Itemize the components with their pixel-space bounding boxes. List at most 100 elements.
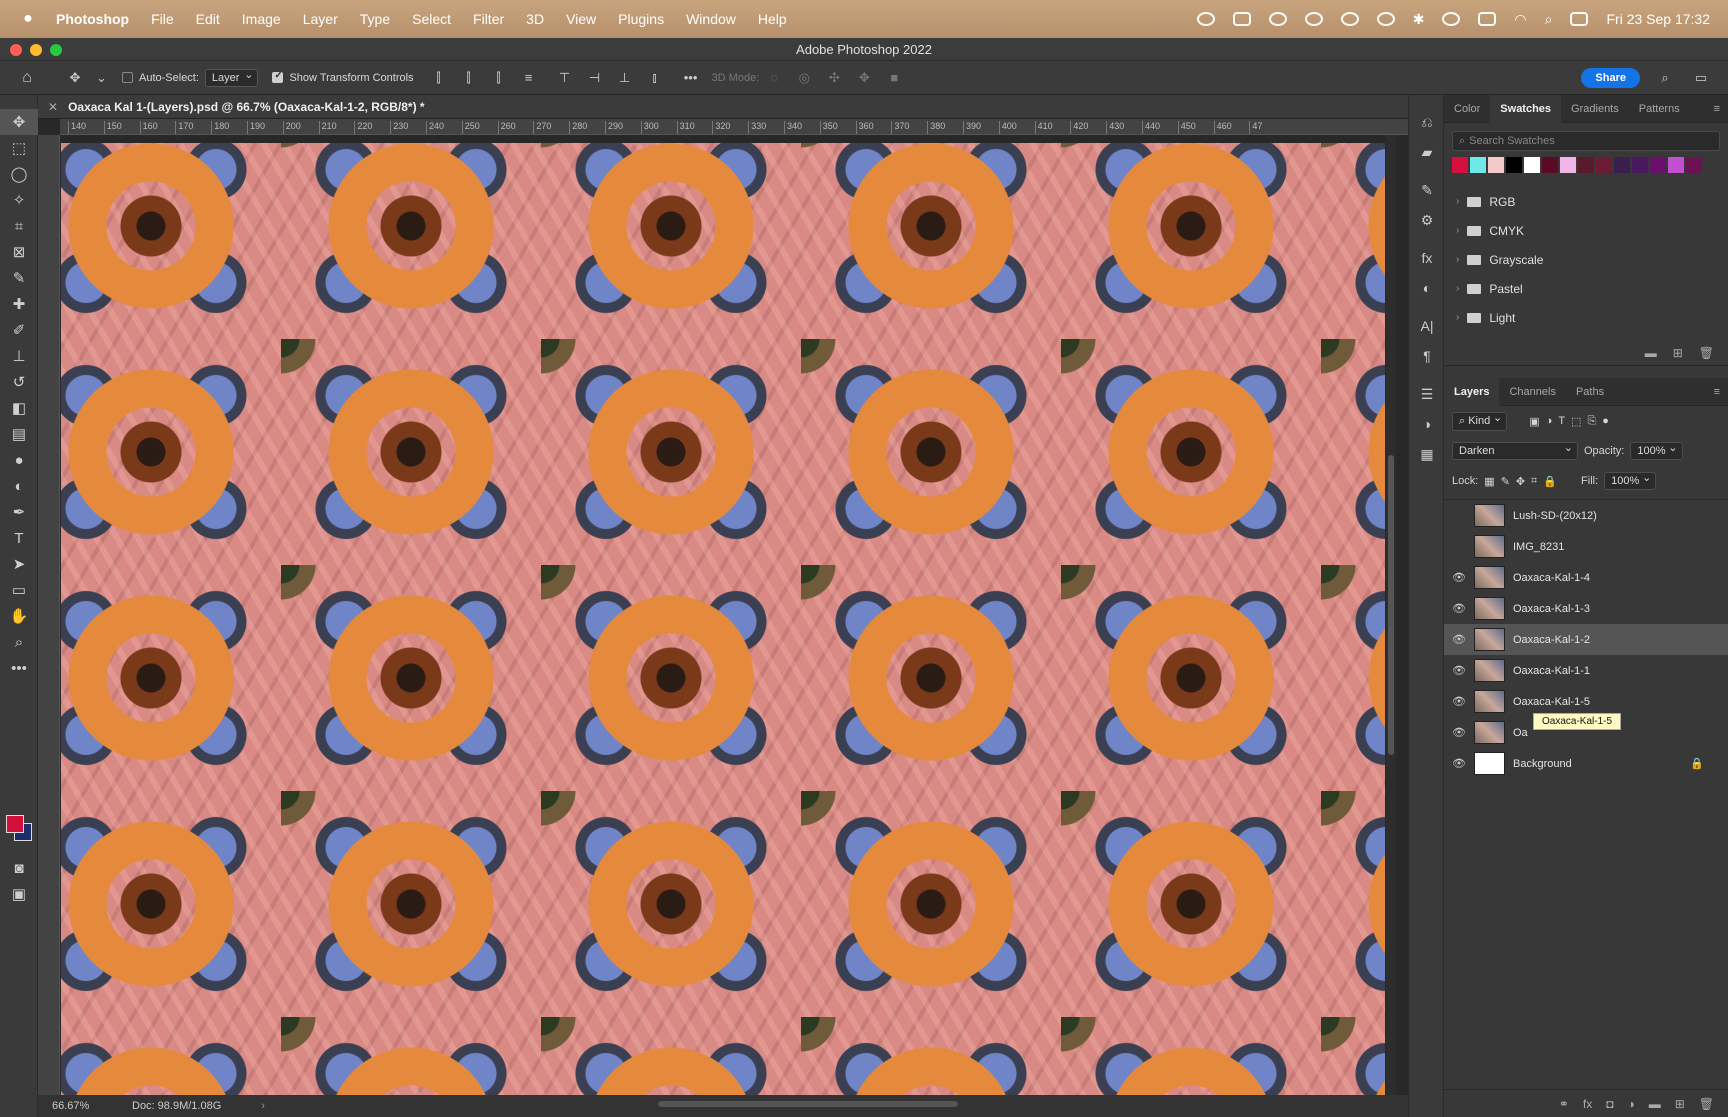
chevron-right-icon[interactable]: › <box>1456 225 1459 236</box>
lock-transparent-icon[interactable]: ▦ <box>1484 475 1494 488</box>
document-tab-title[interactable]: Oaxaca Kal 1-(Layers).psd @ 66.7% (Oaxac… <box>68 100 425 114</box>
tab-gradients[interactable]: Gradients <box>1561 95 1629 123</box>
visibility-eye-icon[interactable]: 👁 <box>1444 571 1474 584</box>
align-center-icon[interactable]: ⫿ <box>460 70 478 85</box>
menu-edit[interactable]: Edit <box>196 11 220 27</box>
zoom-tool-icon[interactable]: ⌕ <box>0 629 38 655</box>
layer-row[interactable]: IMG_8231 <box>1444 531 1728 562</box>
foreground-color-swatch[interactable] <box>6 815 24 833</box>
layer-filter-dropdown[interactable]: ⌕ Kind <box>1452 411 1508 431</box>
layer-row[interactable]: 👁 Oaxaca-Kal-1-1 <box>1444 655 1728 686</box>
menu-help[interactable]: Help <box>758 11 787 27</box>
opacity-field[interactable]: 100% <box>1630 441 1683 460</box>
layer-thumbnail[interactable] <box>1474 597 1505 620</box>
eyedropper-tool-icon[interactable]: ✎ <box>0 265 38 291</box>
checkbox-box[interactable] <box>272 70 284 84</box>
frame-tool-icon[interactable]: ⊠ <box>0 239 38 265</box>
layer-row[interactable]: 👁 Oaxaca-Kal-1-3 <box>1444 593 1728 624</box>
align-left-icon[interactable]: ⫿ <box>430 70 448 85</box>
new-group-icon[interactable]: ▬ <box>1649 1097 1661 1111</box>
menu-layer[interactable]: Layer <box>303 11 338 27</box>
hand-tool-icon[interactable]: ✋ <box>0 603 38 629</box>
new-swatch-icon[interactable]: ⊞ <box>1673 346 1683 360</box>
tab-color[interactable]: Color <box>1444 95 1490 123</box>
layer-name[interactable]: Oa <box>1513 727 1528 739</box>
libraries-icon[interactable]: ▦ <box>1409 439 1445 469</box>
horizontal-scrollbar[interactable] <box>658 1101 958 1107</box>
layer-row[interactable]: 👁 Background 🔒 <box>1444 748 1728 779</box>
vertical-scrollbar[interactable] <box>1386 135 1396 1095</box>
tab-layers[interactable]: Layers <box>1444 377 1500 406</box>
vertical-ruler[interactable] <box>38 135 60 1095</box>
swatch-folder-rgb[interactable]: › RGB <box>1444 187 1728 216</box>
properties-icon[interactable]: ☰ <box>1409 379 1445 409</box>
edit-toolbar-icon[interactable]: ••• <box>0 655 38 681</box>
layer-name[interactable]: Oaxaca-Kal-1-3 <box>1513 603 1590 615</box>
swatch[interactable] <box>1650 157 1666 173</box>
time-machine-icon[interactable] <box>1340 12 1359 26</box>
type-tool-icon[interactable]: T <box>0 525 38 551</box>
adjustments-icon[interactable]: ◑ <box>1409 409 1445 439</box>
layer-thumbnail[interactable] <box>1474 566 1505 589</box>
quick-mask-icon[interactable]: ◙ <box>0 855 38 881</box>
layer-name[interactable]: Oaxaca-Kal-1-1 <box>1513 665 1590 677</box>
filter-type-icon[interactable]: T <box>1558 415 1565 427</box>
new-group-icon[interactable]: ▬ <box>1645 346 1657 360</box>
show-transform-controls-checkbox[interactable]: Show Transform Controls <box>272 70 414 84</box>
zoom-level[interactable]: 66.67% <box>52 1100 122 1112</box>
battery-icon[interactable] <box>1478 12 1497 26</box>
add-mask-icon[interactable]: ◘ <box>1606 1097 1613 1111</box>
horizontal-ruler[interactable]: 140 150 160 170 180 190 200 210 220 230 240 250 260 2… <box>60 119 1408 135</box>
distribute-icon[interactable]: ≡ <box>520 70 538 85</box>
swatch-folder-cmyk[interactable]: › CMYK <box>1444 216 1728 245</box>
align-middle-icon[interactable]: ⊣ <box>586 70 604 85</box>
lock-all-icon[interactable]: 🔒 <box>1543 475 1557 488</box>
layer-row[interactable]: 👁 Oaxaca-Kal-1-4 <box>1444 562 1728 593</box>
swatch[interactable] <box>1542 157 1558 173</box>
paragraph-icon[interactable]: ¶ <box>1409 341 1445 371</box>
marquee-tool-icon[interactable]: ⬚ <box>0 135 38 161</box>
spotlight-icon[interactable]: ⌕ <box>1545 11 1553 28</box>
vpn-icon[interactable] <box>1304 12 1323 26</box>
menu-image[interactable]: Image <box>242 11 281 27</box>
menu-window[interactable]: Window <box>686 11 736 27</box>
link-layers-icon[interactable]: ⚭ <box>1559 1097 1569 1111</box>
visibility-eye-icon[interactable]: 👁 <box>1444 633 1474 646</box>
status-chevron-icon[interactable]: › <box>261 1100 265 1112</box>
share-button[interactable]: Share <box>1581 68 1640 88</box>
layer-thumbnail[interactable] <box>1474 659 1505 682</box>
menu-type[interactable]: Type <box>360 11 390 27</box>
lock-position-icon[interactable]: ✥ <box>1516 475 1525 488</box>
panel-menu-icon[interactable]: ≡ <box>1714 103 1720 115</box>
fill-field[interactable]: 100% <box>1604 471 1657 490</box>
minimize-window-button[interactable] <box>30 44 42 56</box>
pen-tool-icon[interactable]: ✒ <box>0 499 38 525</box>
app-menu[interactable]: Photoshop <box>56 11 129 27</box>
tab-paths[interactable]: Paths <box>1566 378 1614 406</box>
filter-smart-object-icon[interactable]: ⎘ <box>1587 415 1596 428</box>
search-swatches-input[interactable]: ⌕ Search Swatches <box>1452 131 1720 151</box>
swatch[interactable] <box>1686 157 1702 173</box>
lock-image-icon[interactable]: ✎ <box>1501 475 1510 488</box>
filter-toggle-icon[interactable]: ● <box>1602 415 1609 427</box>
character-icon[interactable]: A| <box>1409 311 1445 341</box>
swatch[interactable] <box>1614 157 1630 173</box>
chevron-right-icon[interactable]: › <box>1456 196 1459 207</box>
search-icon[interactable]: ⌕ <box>1656 71 1674 85</box>
blend-mode-dropdown[interactable]: Darken <box>1452 441 1578 460</box>
layer-name[interactable]: Oaxaca-Kal-1-4 <box>1513 572 1590 584</box>
layer-thumbnail[interactable] <box>1474 752 1505 775</box>
filter-pixel-icon[interactable]: ▣ <box>1529 415 1539 428</box>
clone-stamp-tool-icon[interactable]: ⊥ <box>0 343 38 369</box>
swatch[interactable] <box>1452 157 1468 173</box>
menu-filter[interactable]: Filter <box>473 11 504 27</box>
scroll-thumb[interactable] <box>1388 455 1394 755</box>
move-tool-icon[interactable]: ✥ <box>66 70 84 85</box>
swatch[interactable] <box>1488 157 1504 173</box>
doc-size[interactable]: Doc: 98.9M/1.08G <box>132 1100 221 1112</box>
menu-select[interactable]: Select <box>412 11 451 27</box>
menu-3d[interactable]: 3D <box>526 11 544 27</box>
swatch[interactable] <box>1560 157 1576 173</box>
chevron-down-icon[interactable]: ⌄ <box>96 70 107 85</box>
history-brush-tool-icon[interactable]: ↺ <box>0 369 38 395</box>
